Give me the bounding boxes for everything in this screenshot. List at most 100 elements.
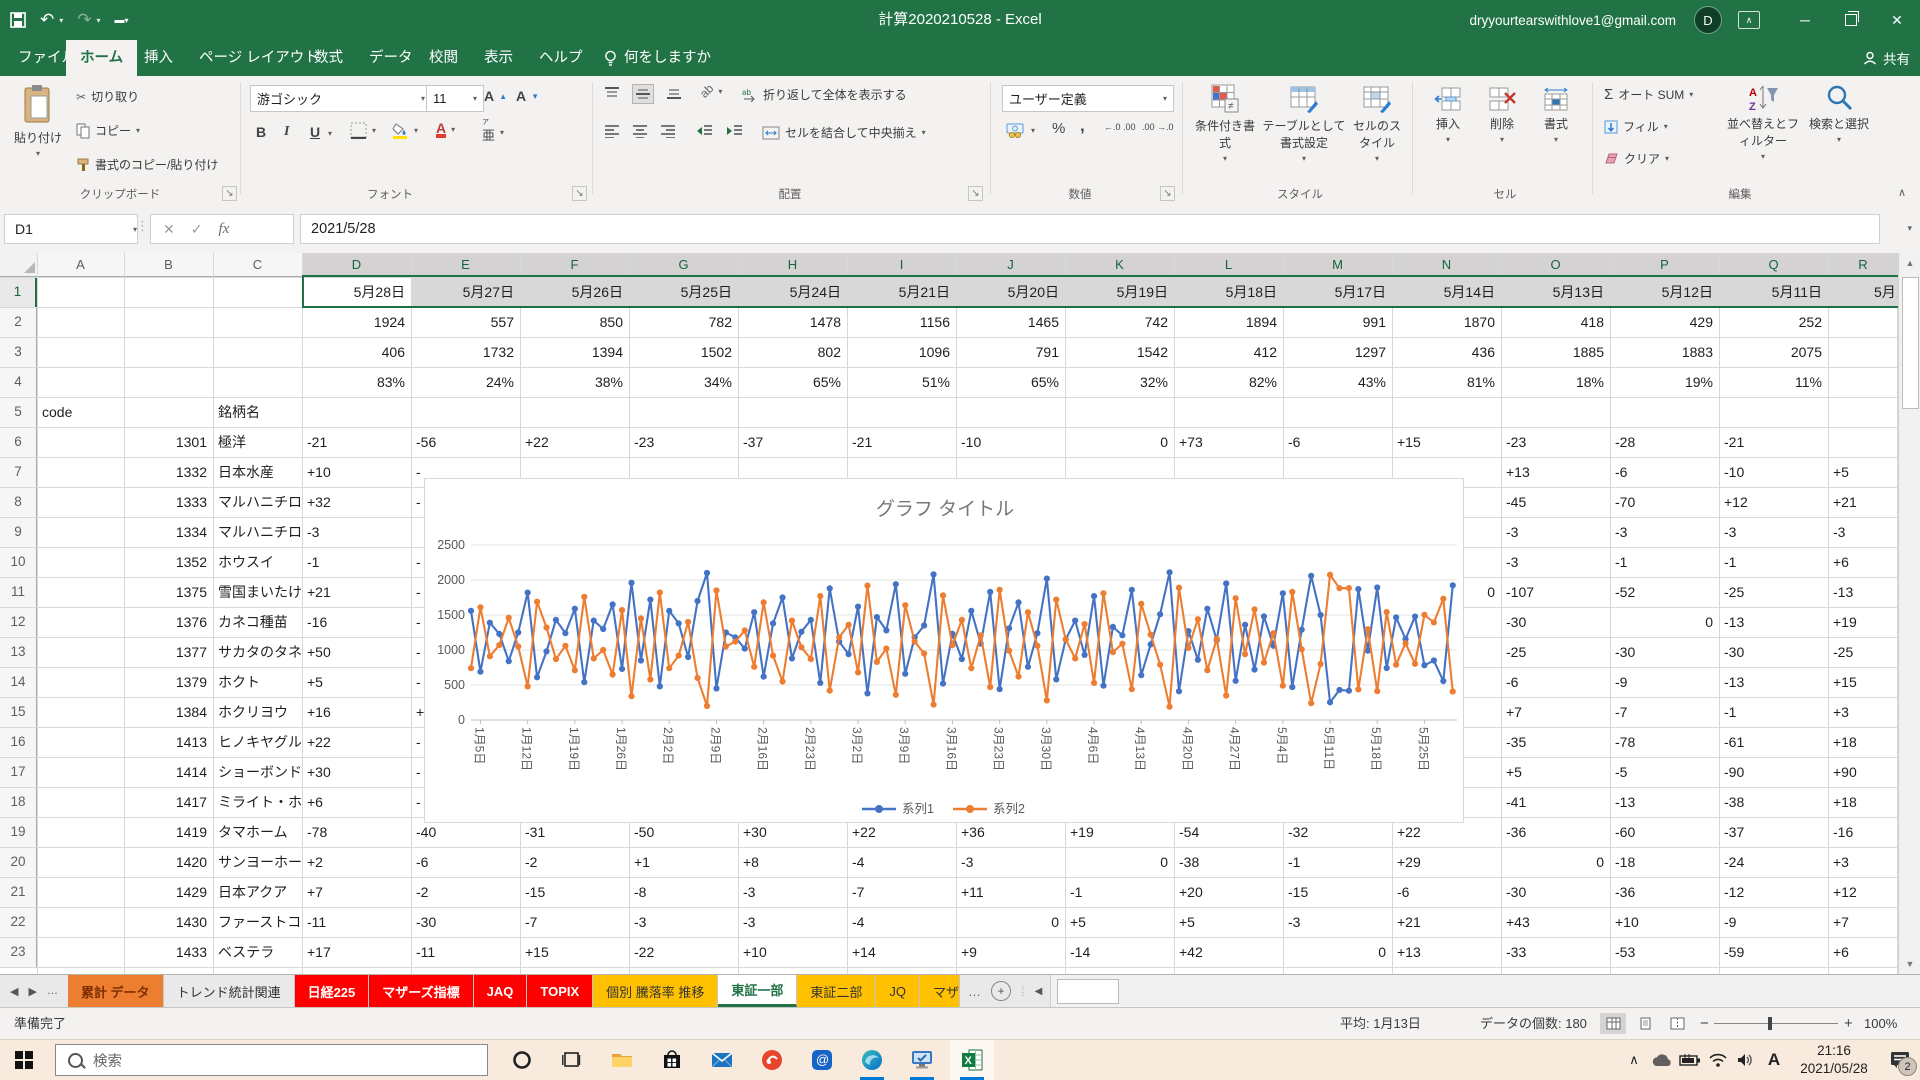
action-center-button[interactable]: 2 [1880, 1040, 1920, 1080]
tab-split-handle-icon[interactable]: ◀ [1035, 986, 1043, 997]
cell-K20[interactable]: 0 [1065, 847, 1174, 877]
cell-I23[interactable]: +14 [847, 937, 956, 967]
cell-Q6[interactable]: -21 [1719, 427, 1828, 457]
column-header-M[interactable]: M [1283, 253, 1392, 277]
cell-J4[interactable]: 65% [956, 367, 1065, 397]
cell-R21[interactable]: +12 [1828, 877, 1898, 907]
sheet-next-icon[interactable]: ▶ [28, 985, 36, 998]
grow-font-button[interactable]: A▲ [484, 88, 507, 104]
cell-H4[interactable]: 65% [738, 367, 847, 397]
name-box[interactable]: D1▾ [4, 214, 138, 244]
file-explorer-icon[interactable] [600, 1040, 644, 1080]
cell-R19[interactable]: -16 [1828, 817, 1898, 847]
tell-me-box[interactable]: 何をしますか [590, 40, 725, 76]
cell-D6[interactable]: -21 [302, 427, 411, 457]
cell-Q20[interactable]: -24 [1719, 847, 1828, 877]
cell-P20[interactable]: -18 [1610, 847, 1719, 877]
increase-indent-icon[interactable] [726, 124, 743, 138]
cell-P2[interactable]: 429 [1610, 307, 1719, 337]
cell-B14[interactable]: 1379 [124, 667, 213, 697]
cell-R11[interactable]: -13 [1828, 577, 1898, 607]
cell-P9[interactable]: -3 [1610, 517, 1719, 547]
cut-button[interactable]: ✂切り取り [76, 88, 139, 105]
cell-D17[interactable]: +30 [302, 757, 411, 787]
clipboard-dialog-launcher-icon[interactable]: ↘ [222, 186, 237, 201]
cell-N22[interactable]: +21 [1392, 907, 1501, 937]
percent-style-button[interactable]: % [1052, 120, 1065, 137]
formula-input[interactable]: 2021/5/28 [300, 214, 1880, 244]
cell-E20[interactable]: -6 [411, 847, 520, 877]
cell-B23[interactable]: 1433 [124, 937, 213, 967]
row-header-4[interactable]: 4 [0, 367, 37, 397]
horizontal-scrollbar[interactable] [1050, 975, 1920, 1007]
cell-O23[interactable]: -33 [1501, 937, 1610, 967]
tab-review[interactable]: 校閲 [415, 40, 472, 76]
row-header-20[interactable]: 20 [0, 847, 37, 877]
cell-F4[interactable]: 38% [520, 367, 629, 397]
column-header-D[interactable]: D [302, 253, 411, 277]
column-header-P[interactable]: P [1610, 253, 1719, 277]
fill-button[interactable]: フィル▾ [1604, 118, 1668, 135]
cell-R7[interactable]: +5 [1828, 457, 1898, 487]
cell-O12[interactable]: -30 [1501, 607, 1610, 637]
cell-C6[interactable]: 極洋 [213, 427, 302, 457]
cell-O8[interactable]: -45 [1501, 487, 1610, 517]
at-menu-app-icon[interactable]: @ [800, 1040, 844, 1080]
cell-O19[interactable]: -36 [1501, 817, 1610, 847]
underline-caret-icon[interactable]: ▾ [328, 129, 332, 138]
cell-Q19[interactable]: -37 [1719, 817, 1828, 847]
cell-P13[interactable]: -30 [1610, 637, 1719, 667]
new-sheet-button[interactable]: + [991, 981, 1011, 1001]
row-header-10[interactable]: 10 [0, 547, 37, 577]
page-break-view-icon[interactable] [1664, 1013, 1690, 1034]
cell-P12[interactable]: 0 [1610, 607, 1719, 637]
column-header-I[interactable]: I [847, 253, 956, 277]
cell-N21[interactable]: -6 [1392, 877, 1501, 907]
cell-H3[interactable]: 802 [738, 337, 847, 367]
copy-button[interactable]: コピー▾ [76, 122, 140, 139]
align-top-icon[interactable] [604, 86, 620, 100]
cell-K4[interactable]: 32% [1065, 367, 1174, 397]
cell-F1[interactable]: 5月26日 [520, 277, 629, 307]
row-header-14[interactable]: 14 [0, 667, 37, 697]
cell-F21[interactable]: -15 [520, 877, 629, 907]
sort-filter-button[interactable]: AZ 並べ替えとフィルター▾ [1724, 84, 1802, 161]
close-button[interactable]: ✕ [1874, 0, 1920, 40]
cell-G20[interactable]: +1 [629, 847, 738, 877]
cell-P14[interactable]: -9 [1610, 667, 1719, 697]
align-middle-icon[interactable] [632, 84, 654, 104]
cell-D1[interactable]: 5月28日 [302, 277, 411, 307]
cell-P8[interactable]: -70 [1610, 487, 1719, 517]
cell-C16[interactable]: ヒノキヤグループ [213, 727, 302, 757]
cell-N23[interactable]: +13 [1392, 937, 1501, 967]
vertical-scroll-thumb[interactable] [1902, 277, 1919, 409]
cell-J20[interactable]: -3 [956, 847, 1065, 877]
zoom-slider-thumb[interactable] [1768, 1017, 1772, 1030]
cell-I3[interactable]: 1096 [847, 337, 956, 367]
cell-C14[interactable]: ホクト [213, 667, 302, 697]
cell-Q12[interactable]: -13 [1719, 607, 1828, 637]
cell-C21[interactable]: 日本アクア [213, 877, 302, 907]
row-header-3[interactable]: 3 [0, 337, 37, 367]
sheet-tab-5[interactable]: JAQ [474, 975, 528, 1007]
cell-K22[interactable]: +5 [1065, 907, 1174, 937]
zoom-level[interactable]: 100% [1864, 1008, 1897, 1039]
decrease-indent-icon[interactable] [696, 124, 713, 138]
cell-E23[interactable]: -11 [411, 937, 520, 967]
column-header-R[interactable]: R [1828, 253, 1898, 277]
cell-C18[interactable]: ミライト・ホールディングス [213, 787, 302, 817]
tab-formulas[interactable]: 数式 [300, 40, 357, 76]
cell-C8[interactable]: マルハニチロ [213, 487, 302, 517]
cell-R18[interactable]: +18 [1828, 787, 1898, 817]
cell-P19[interactable]: -60 [1610, 817, 1719, 847]
conditional-formatting-button[interactable]: ≠ 条件付き書式▾ [1192, 84, 1258, 163]
zoom-out-icon[interactable]: − [1700, 1008, 1709, 1039]
cell-P15[interactable]: -7 [1610, 697, 1719, 727]
cell-E4[interactable]: 24% [411, 367, 520, 397]
cell-O3[interactable]: 1885 [1501, 337, 1610, 367]
tab-help[interactable]: ヘルプ [525, 40, 597, 76]
wrap-text-button[interactable]: ab 折り返して全体を表示する [742, 86, 907, 103]
ime-indicator[interactable]: A [1760, 1040, 1788, 1080]
number-format-combo[interactable]: ユーザー定義▾ [1002, 85, 1174, 112]
tab-splitter-icon[interactable]: ⁞ [1021, 984, 1025, 999]
